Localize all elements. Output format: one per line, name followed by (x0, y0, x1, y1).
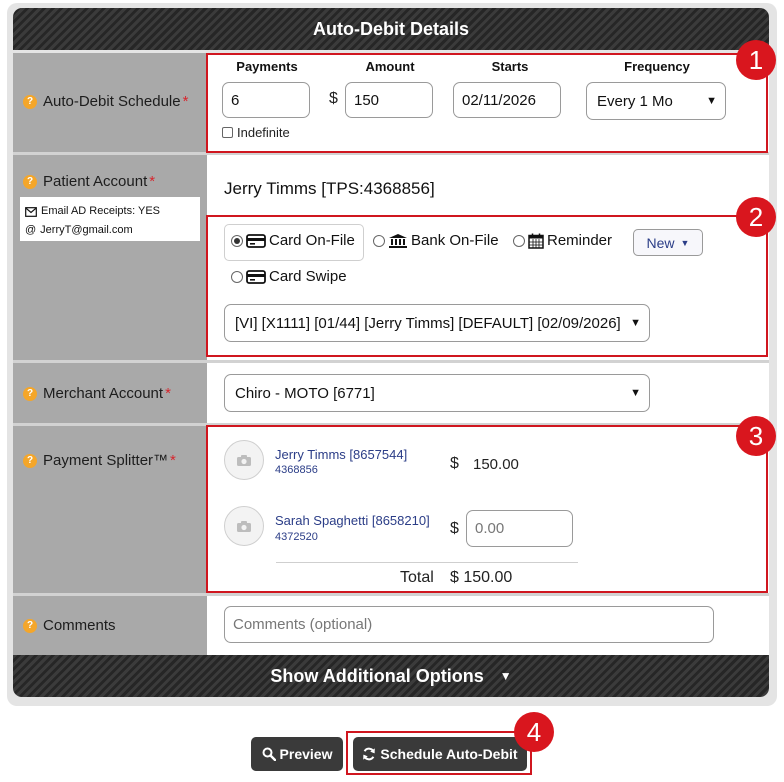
splitter-label: Payment Splitter™ (43, 452, 169, 469)
required-marker: * (182, 93, 189, 110)
help-icon[interactable]: ? (23, 618, 37, 633)
comments-label: Comments (43, 617, 116, 634)
amount-currency-symbol: $ (329, 90, 338, 107)
search-icon (262, 747, 276, 761)
calendar-icon (528, 233, 544, 249)
splitter-row: ? Payment Splitter™ * Jerry Timms [86575… (13, 426, 769, 593)
card-swipe-label: Card Swipe (269, 268, 347, 285)
credit-card-icon (246, 269, 266, 284)
patient-name: Jerry Timms [TPS:4368856] (224, 179, 435, 198)
split-person-id: 4368856 (275, 464, 318, 476)
total-divider (276, 562, 578, 563)
merchant-label: Merchant Account (43, 385, 164, 402)
frequency-column-header: Frequency (624, 59, 690, 74)
split-person-name[interactable]: Sarah Spaghetti [8658210] (275, 513, 430, 528)
callout-badge: 3 (736, 416, 776, 456)
patient-label-cell: ? Patient Account * (13, 155, 207, 360)
callout-badge: 4 (514, 712, 554, 752)
merchant-account-select[interactable]: Chiro - MOTO [6771] ▼ (224, 374, 650, 412)
new-payment-method-button[interactable]: New ▼ (633, 229, 703, 256)
method-card-swipe[interactable]: Card Swipe (231, 268, 347, 285)
method-card-on-file[interactable]: Card On-File (231, 232, 355, 249)
preview-button[interactable]: Preview (251, 737, 343, 771)
split-currency-symbol: $ (450, 455, 459, 472)
section-header: Auto-Debit Details (13, 8, 769, 50)
patient-contact-info: Email AD Receipts: YES @ JerryT@gmail.co… (20, 197, 200, 241)
avatar (224, 506, 264, 546)
merchant-row: ? Merchant Account * Chiro - MOTO [6771]… (13, 363, 769, 423)
reminder-label: Reminder (547, 232, 613, 249)
required-marker: * (149, 173, 156, 190)
merchant-selected-value: Chiro - MOTO [6771] (235, 384, 375, 402)
help-icon[interactable]: ? (23, 174, 37, 189)
required-marker: * (165, 385, 171, 402)
comments-row: ? Comments Comments (optional) (13, 596, 769, 655)
schedule-label-cell: ? Auto-Debit Schedule * (13, 53, 207, 152)
preview-label: Preview (279, 746, 333, 762)
bank-on-file-label: Bank On-File (411, 232, 499, 249)
comments-input[interactable]: Comments (optional) (224, 606, 714, 643)
amount-column-header: Amount (365, 59, 415, 74)
schedule-row: ? Auto-Debit Schedule * Payments Amount … (13, 53, 769, 152)
envelope-icon (25, 206, 37, 217)
card-selected-value: [VI] [X1111] [01/44] [Jerry Timms] [DEFA… (235, 314, 621, 332)
split-amount-value: 150.00 (473, 456, 519, 473)
refresh-icon (363, 747, 376, 761)
patient-label: Patient Account (43, 173, 148, 190)
schedule-label: Auto-Debit Schedule (43, 93, 181, 110)
show-additional-options-label: Show Additional Options (270, 665, 484, 686)
split-person-id: 4372520 (275, 531, 318, 543)
avatar (224, 440, 264, 480)
help-icon[interactable]: ? (23, 386, 37, 401)
bank-icon (389, 233, 407, 248)
comments-label-cell: ? Comments (13, 596, 207, 655)
merchant-label-cell: ? Merchant Account * (13, 363, 207, 423)
card-on-file-select[interactable]: [VI] [X1111] [01/44] [Jerry Timms] [DEFA… (224, 304, 650, 342)
patient-email: JerryT@gmail.com (40, 224, 133, 236)
email-receipts-status: Email AD Receipts: YES (41, 205, 161, 217)
split-currency-symbol: $ (450, 520, 459, 537)
chevron-down-icon: ▼ (626, 317, 641, 329)
frequency-selected-value: Every 1 Mo (597, 92, 673, 110)
start-date-input[interactable]: 02/11/2026 (453, 82, 561, 118)
schedule-auto-debit-button[interactable]: Schedule Auto-Debit (353, 737, 527, 771)
starts-column-header: Starts (491, 59, 529, 74)
new-button-label: New (646, 234, 675, 251)
camera-icon (237, 454, 251, 466)
patient-row: ? Patient Account * Jerry Timms [TPS:436… (13, 155, 769, 360)
method-bank-on-file[interactable]: Bank On-File (373, 232, 499, 249)
payments-input[interactable]: 6 (222, 82, 310, 118)
help-icon[interactable]: ? (23, 94, 37, 109)
card-swipe-radio[interactable] (231, 270, 243, 283)
card-on-file-radio[interactable] (231, 234, 243, 247)
split-amount-input[interactable]: 0.00 (466, 510, 573, 547)
indefinite-label: Indefinite (237, 125, 290, 140)
total-value: $ 150.00 (450, 569, 513, 586)
show-additional-options-toggle[interactable]: Show Additional Options ▼ (13, 655, 769, 697)
reminder-radio[interactable] (513, 234, 525, 247)
caret-down-icon: ▼ (680, 237, 690, 248)
callout-badge: 1 (736, 40, 776, 80)
amount-input[interactable]: 150 (345, 82, 433, 118)
credit-card-icon (246, 233, 266, 248)
chevron-down-icon: ▼ (626, 387, 641, 399)
card-on-file-label: Card On-File (269, 232, 355, 249)
indefinite-checkbox[interactable] (222, 127, 233, 138)
bank-on-file-radio[interactable] (373, 234, 385, 247)
payments-column-header: Payments (236, 59, 298, 74)
split-person-name[interactable]: Jerry Timms [8657544] (275, 447, 407, 462)
caret-down-icon: ▼ (499, 669, 512, 683)
chevron-down-icon: ▼ (702, 95, 717, 107)
schedule-label: Schedule Auto-Debit (380, 746, 518, 762)
splitter-label-cell: ? Payment Splitter™ * (13, 426, 207, 593)
method-reminder[interactable]: Reminder (513, 232, 612, 249)
frequency-select[interactable]: Every 1 Mo ▼ (586, 82, 726, 120)
required-marker: * (170, 452, 176, 469)
total-label: Total (400, 569, 434, 586)
callout-badge: 2 (736, 197, 776, 237)
camera-icon (237, 520, 251, 532)
help-icon[interactable]: ? (23, 453, 37, 468)
at-sign-icon: @ (25, 224, 37, 236)
section-title: Auto-Debit Details (312, 18, 469, 39)
